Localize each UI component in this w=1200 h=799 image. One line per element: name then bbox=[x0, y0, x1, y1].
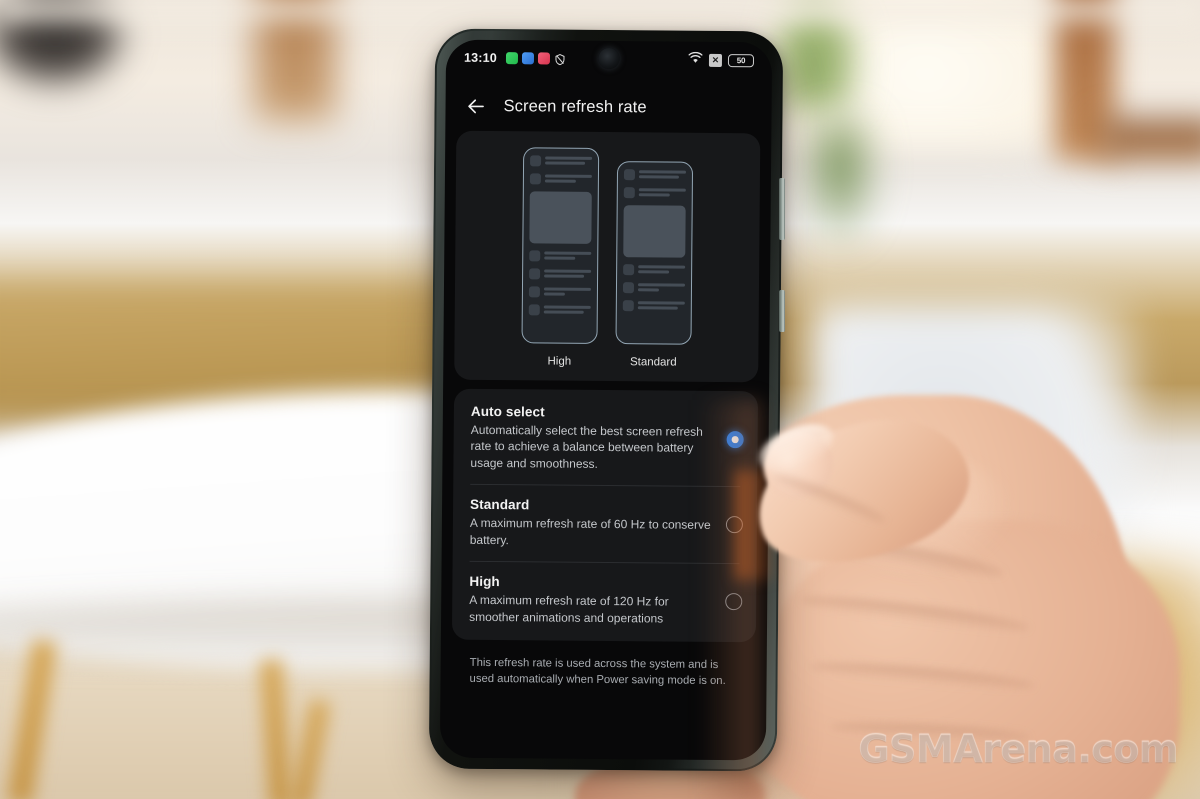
option-title: Standard bbox=[470, 497, 530, 513]
option-text: High A maximum refresh rate of 120 Hz fo… bbox=[469, 574, 717, 627]
phone-mockup-high bbox=[521, 147, 600, 344]
option-text: Auto select Automatically select the bes… bbox=[470, 404, 719, 473]
volume-rocker-button[interactable] bbox=[779, 178, 785, 240]
option-title: High bbox=[469, 574, 500, 590]
status-bar-notification-icons bbox=[505, 52, 566, 66]
phone-mockup-standard bbox=[615, 161, 694, 345]
option-description: A maximum refresh rate of 60 Hz to conse… bbox=[469, 516, 711, 547]
blue-app-icon bbox=[521, 52, 535, 65]
refresh-rate-illustration: High Standard bbox=[454, 130, 761, 383]
status-bar-system-icons: ✕ 50 bbox=[688, 51, 755, 70]
battery-indicator: 50 bbox=[727, 53, 755, 67]
back-arrow-icon[interactable] bbox=[465, 96, 486, 117]
option-text: Standard A maximum refresh rate of 60 Hz… bbox=[470, 497, 718, 550]
app-bar: Screen refresh rate bbox=[445, 76, 771, 134]
phone-mockups bbox=[454, 147, 760, 346]
red-app-icon bbox=[537, 52, 551, 65]
mockup-label-standard: Standard bbox=[629, 356, 677, 369]
status-bar: 13:10 ✕ 50 bbox=[446, 40, 772, 79]
option-description: Automatically select the best screen ref… bbox=[470, 422, 703, 471]
status-bar-clock: 13:10 bbox=[463, 50, 498, 66]
hand-edge-shadow bbox=[700, 400, 760, 799]
mockup-labels: High Standard bbox=[454, 355, 758, 370]
wifi-icon bbox=[688, 51, 703, 69]
shield-block-icon bbox=[554, 53, 566, 66]
option-description: A maximum refresh rate of 120 Hz for smo… bbox=[469, 593, 669, 626]
green-app-icon bbox=[505, 52, 519, 65]
front-camera-punch-hole bbox=[598, 47, 620, 70]
mockup-label-high: High bbox=[547, 355, 572, 368]
signal-no-service-icon: ✕ bbox=[708, 53, 723, 67]
page-title: Screen refresh rate bbox=[503, 97, 647, 117]
option-title: Auto select bbox=[470, 403, 545, 420]
power-button[interactable] bbox=[779, 290, 785, 332]
